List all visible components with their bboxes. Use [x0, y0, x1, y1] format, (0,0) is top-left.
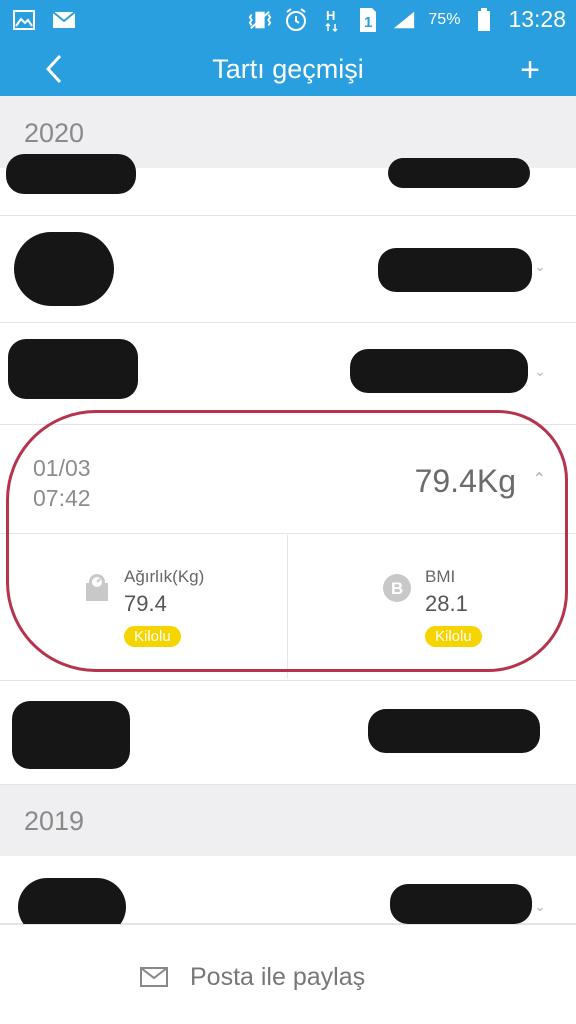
redaction-scribble: [12, 701, 130, 769]
metric-label: BMI: [425, 567, 456, 586]
svg-text:B: B: [391, 579, 403, 598]
redaction-scribble: [368, 709, 540, 753]
page-title: Tartı geçmişi: [212, 54, 364, 84]
gallery-icon: [12, 8, 36, 32]
list-item[interactable]: ⌄: [0, 323, 576, 425]
signal-icon: [392, 8, 416, 32]
section-year: 2020: [24, 118, 85, 148]
list-item[interactable]: [0, 154, 576, 216]
chevron-down-icon: ⌄: [534, 363, 546, 379]
list-item[interactable]: [0, 680, 576, 785]
weight-metric: Ağırlık(Kg) 79.4 Kilolu: [0, 535, 287, 679]
app-bar: Tartı geçmişi +: [0, 42, 576, 96]
chevron-down-icon: ⌄: [534, 898, 546, 914]
status-badge: Kilolu: [425, 626, 482, 647]
battery-icon: [472, 7, 496, 32]
status-bar: H 1 75% 13:28: [0, 0, 576, 42]
mail-icon: [52, 8, 76, 32]
battery-percent: 75%: [428, 10, 461, 28]
bmi-metric: B BMI 28.1 Kilolu: [288, 535, 575, 679]
svg-text:1: 1: [364, 14, 372, 31]
entry-date: 01/03: [33, 455, 91, 481]
entry-datetime: 01/03 07:42: [33, 453, 91, 513]
clock: 13:28: [508, 6, 566, 32]
divider: [0, 533, 576, 534]
redaction-scribble: [378, 248, 532, 292]
hplus-network-icon: H: [320, 8, 344, 32]
back-button[interactable]: [36, 50, 72, 88]
add-button[interactable]: +: [512, 51, 548, 89]
bottom-bar: Posta ile paylaş: [0, 924, 576, 1024]
redaction-scribble: [14, 232, 114, 306]
chevron-down-icon: ⌄: [534, 258, 546, 274]
section-year: 2019: [24, 806, 85, 836]
metric-label: Ağırlık(Kg): [124, 567, 205, 586]
chevron-up-icon[interactable]: ⌃: [533, 469, 546, 489]
entry-weight: 79.4Kg: [414, 463, 516, 499]
share-email-button[interactable]: Posta ile paylaş: [140, 957, 365, 997]
chevron-left-icon: [45, 54, 62, 84]
redaction-scribble: [350, 349, 528, 393]
share-label: Posta ile paylaş: [190, 962, 366, 991]
scale-icon: [86, 574, 108, 601]
metric-value: 28.1: [425, 591, 468, 616]
section-header-2019: 2019: [0, 786, 576, 856]
vibrate-icon: [248, 8, 272, 32]
svg-text:H: H: [326, 8, 335, 23]
metric-value: 79.4: [124, 591, 167, 616]
redaction-scribble: [8, 339, 138, 399]
status-badge: Kilolu: [124, 626, 181, 647]
mail-icon: [140, 967, 168, 987]
alarm-icon: [284, 7, 308, 32]
list-item[interactable]: ⌄: [0, 216, 576, 323]
redaction-scribble: [390, 884, 532, 924]
redaction-scribble: [6, 154, 136, 194]
entry-time: 07:42: [33, 485, 91, 511]
sim-1-icon: 1: [356, 7, 380, 32]
redaction-scribble: [388, 158, 530, 188]
bmi-icon: B: [383, 574, 411, 602]
list-item[interactable]: ⌄: [0, 856, 576, 936]
